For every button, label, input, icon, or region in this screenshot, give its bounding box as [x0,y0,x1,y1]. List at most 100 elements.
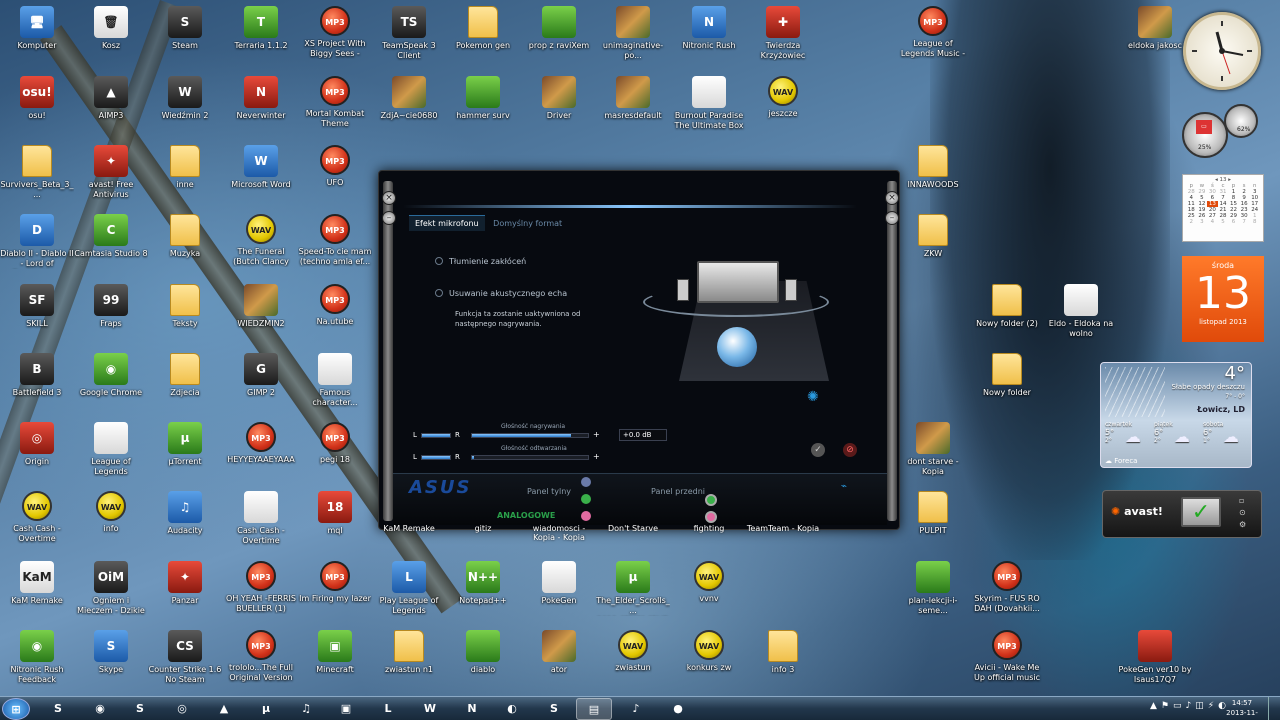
desktop-icon[interactable]: TS TeamSpeak 3 Client [372,4,446,72]
desktop-icon[interactable]: WAV info [74,489,148,557]
desktop-icon[interactable]: MP3 UFO [298,143,372,211]
desktop-icon[interactable]: MP3 HEYYEYAAEYAAA [224,420,298,488]
tab-microphone-effect[interactable]: Efekt mikrofonu [409,215,485,231]
desktop-icon[interactable]: N++ Notepad++ [446,559,520,627]
desktop-icon[interactable]: W Wiedźmin 2 [148,74,222,142]
aimp-icon[interactable]: ▲ [206,698,242,720]
desktop-icon[interactable]: S Skype [74,628,148,696]
tray-icon[interactable]: ⚑ [1161,701,1173,711]
avast-gadget[interactable]: ✺ avast! ✓ ▫ ⊙ ⚙ [1102,490,1262,538]
desktop-icon[interactable]: MP3 Im Firing my lazer [298,559,372,627]
desktop-icon[interactable]: SF SKILL [0,282,74,350]
calendar-gadget[interactable]: ◂ 13 ▸ p w ś c p s n 28 29 30 31 1 2 3 4 5 6 7 8 9 10 11 12 13 1… [1182,174,1264,344]
clock-gadget[interactable] [1183,12,1261,90]
tab-default-format[interactable]: Domyślny format [487,216,568,231]
desktop-icon[interactable]: N Nitronic Rush [672,4,746,72]
tray-icon[interactable]: ▲ [1150,701,1161,711]
desktop-icon[interactable]: MP3 League of Legends Music - Get Jinxed [896,4,970,72]
echo-cancellation-option[interactable]: Usuwanie akustycznego echa [435,289,567,298]
weather-gadget[interactable]: 4° Słabe opady deszczu 7° - 0° Łowicz, L… [1100,362,1252,468]
desktop-icon[interactable]: ◎ Origin [0,420,74,488]
window-minimize-knob[interactable]: – [382,211,396,225]
desktop-icon[interactable]: WAV konkurs zw [672,628,746,696]
tray-icon[interactable]: ♪ [1186,701,1196,711]
desktop-icon[interactable]: info 3 [746,628,820,696]
desktop-icon[interactable]: MP3 XS Project With Biggy Sees - Cocaine [298,4,372,72]
calendar-day[interactable]: 4 [1207,219,1218,225]
desktop-icon[interactable]: ZKW [896,212,970,280]
desktop-icon[interactable]: WAV Cash Cash - Overtime [0,489,74,557]
desktop-icon[interactable]: ◉ Nitronic Rush Feedback [0,628,74,696]
desktop-icon[interactable]: CS Counter Strike 1.6 No Steam [148,628,222,696]
utorrent-icon[interactable]: µ [248,698,284,720]
realtek-audio-icon[interactable]: ♪ [618,698,654,720]
gain-readout[interactable]: +0.0 dB [619,429,667,441]
tray-icon[interactable]: ▭ [1173,701,1186,711]
desktop-icon[interactable]: MP3 Skyrim - FUS RO DAH (Dovahkii... [970,559,1044,627]
cpu-meter-gadget[interactable]: 25% 62% ▭ [1182,104,1262,160]
confirm-check-icon[interactable]: ✓ [811,443,825,457]
noise-suppression-option[interactable]: Tłumienie zakłóceń [435,257,526,266]
desktop-icon[interactable]: League of Legends [74,420,148,488]
show-desktop-button[interactable] [1268,697,1280,720]
league-icon[interactable]: L [370,698,406,720]
desktop-icon[interactable]: WIEDZMIN2 [224,282,298,350]
taskbar-clock[interactable]: 14:57 2013-11-13 [1222,698,1262,720]
desktop-icon[interactable]: Pokemon gen [446,4,520,72]
desktop-icon[interactable]: Burnout Paradise The Ultimate Box [672,74,746,142]
desktop-icon[interactable]: T Terraria 1.1.2 [224,4,298,72]
desktop-icon[interactable]: plan-lekcji-i-seme... [896,559,970,627]
calendar-day[interactable]: 8 [1249,219,1260,225]
playback-volume-slider[interactable] [471,455,589,460]
explorer-folder-icon[interactable]: ▤ [576,698,612,720]
desktop-icon[interactable]: zwiastun n1 [372,628,446,696]
window-knob-right[interactable]: × [885,191,899,205]
desktop-icon[interactable]: 99 Fraps [74,282,148,350]
witcher-icon[interactable]: W [412,698,448,720]
desktop-icon[interactable]: Eldo - Eldoka na wolno [1044,282,1118,350]
system-tray[interactable]: ▲⚑▭♪◫⚡◐ [1150,701,1230,711]
desktop-icon-label[interactable]: TeamTeam - Kopia [746,524,820,533]
recording-balance-slider[interactable] [421,433,451,438]
desktop-icon[interactable]: ▣ Minecraft [298,628,372,696]
desktop-icon[interactable]: MP3 OH YEAH -FERRIS BUELLER (1) [224,559,298,627]
desktop-icon[interactable]: 18 mql [298,489,372,557]
connector-settings-icon[interactable]: ⌁ [841,481,847,492]
desktop-icon[interactable]: WAV zwiastun [596,628,670,696]
window-close-knob[interactable]: × [382,191,396,205]
front-jack-pink-icon[interactable] [705,511,717,523]
calendar-day[interactable]: 2 [1186,219,1197,225]
desktop-icon[interactable]: Nowy folder [970,351,1044,419]
desktop-icon-label[interactable]: wiadomosci - Kopia - Kopia [522,524,596,542]
steam-icon[interactable]: S [40,698,76,720]
desktop-icon[interactable]: dont starve - Kopia [896,420,970,488]
desktop-icon[interactable]: KaM KaM Remake [0,559,74,627]
front-jack-green-icon[interactable] [705,494,717,506]
desktop-icon[interactable]: Survivers_Beta_3_... [0,143,74,211]
desktop-icon[interactable]: PokeGen ver10 by Isaus17Q7 [1118,628,1192,696]
desktop-icon-label[interactable]: gitiz [446,524,520,533]
jack-blue-icon[interactable] [581,477,591,487]
desktop-icon[interactable]: Teksty [148,282,222,350]
mute-icon[interactable]: ⊘ [843,443,857,457]
desktop-icon[interactable]: C Camtasia Studio 8 [74,212,148,280]
desktop-icon[interactable]: µ µTorrent [148,420,222,488]
desktop-icon[interactable]: WAV jeszcze [746,74,820,142]
desktop-icon[interactable]: Famous character... [298,351,372,419]
desktop-icon[interactable]: ator [522,628,596,696]
desktop-icon[interactable]: inne [148,143,222,211]
desktop-icon[interactable]: Nowy folder (2) [970,282,1044,350]
desktop-icon-label[interactable]: KaM Remake [372,524,446,533]
desktop-icon[interactable]: Cash Cash - Overtime [224,489,298,557]
desktop-icon[interactable]: L Play League of Legends [372,559,446,627]
audacity-icon[interactable]: ♫ [288,698,324,720]
jack-pink-icon[interactable] [581,511,591,521]
desktop-icon[interactable]: 🖥 Komputer [0,4,74,72]
desktop-icon[interactable]: MP3 Speed-To cie mam (techno amla ef... [298,212,372,280]
recording-volume-slider[interactable] [471,433,589,438]
neverwinter-icon[interactable]: N [454,698,490,720]
desktop-icon[interactable]: WAV vvnv [672,559,746,627]
desktop-icon[interactable]: MP3 Na.utube [298,282,372,350]
origin-icon[interactable]: ◎ [164,698,200,720]
desktop-icon[interactable]: INNAWOODS [896,143,970,211]
